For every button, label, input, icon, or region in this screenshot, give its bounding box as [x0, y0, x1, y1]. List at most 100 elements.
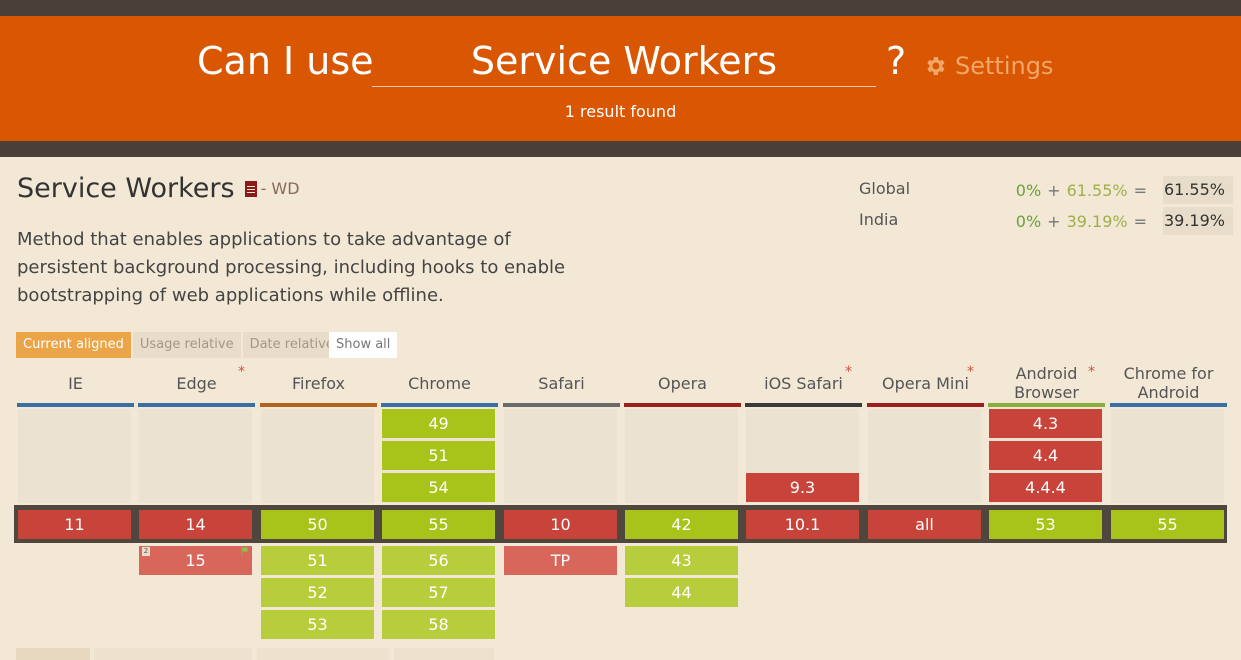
note-star[interactable]: *	[1088, 364, 1095, 380]
usage-stats: Global 0% +61.55% = 61.55% India 0% +39.19%…	[859, 176, 1233, 238]
version-cell[interactable]: 9.3	[746, 473, 859, 502]
version-cell[interactable]: 58	[382, 610, 495, 639]
browser-color-bar	[1110, 403, 1227, 407]
version-cell[interactable]: 4.3	[989, 409, 1102, 438]
empty-cell	[18, 409, 131, 503]
bottom-tab[interactable]	[94, 648, 252, 660]
browser-name[interactable]: IE	[17, 374, 134, 393]
version-label: 56	[428, 551, 449, 570]
version-cell[interactable]: 4.4.4	[989, 473, 1102, 502]
current-version-cell[interactable]: 53	[989, 510, 1102, 539]
browser-name[interactable]: Firefox	[260, 374, 377, 393]
empty-cell	[868, 409, 981, 503]
bottom-tabs	[16, 648, 496, 660]
tab-date-relative[interactable]: Date relative	[242, 332, 341, 358]
browser-color-bar	[745, 403, 862, 407]
browser-color-bar	[260, 403, 377, 407]
result-count: 1 result found	[564, 102, 677, 121]
version-cell[interactable]: 52	[261, 578, 374, 607]
feature-title[interactable]: Service Workers	[17, 173, 235, 205]
version-cell[interactable]: 15 2	[139, 546, 252, 575]
browser-color-bar	[867, 403, 984, 407]
stat-equals: =	[1133, 212, 1147, 231]
tab-current-aligned[interactable]: Current aligned	[16, 332, 131, 358]
header-bottom-strip	[0, 141, 1241, 157]
stat-row-india: India 0% +39.19% = 39.19%	[859, 207, 1233, 238]
version-cell[interactable]: 51	[382, 441, 495, 470]
version-cell[interactable]: 49	[382, 409, 495, 438]
stat-equals: =	[1133, 181, 1147, 200]
stat-plus: +	[1047, 181, 1061, 200]
stat-full: 0%	[1015, 212, 1042, 231]
version-label: 57	[428, 583, 449, 602]
stat-row-global: Global 0% +61.55% = 61.55%	[859, 176, 1233, 207]
browser-name[interactable]: Opera	[624, 374, 741, 393]
view-tabs: Current aligned Usage relative Date rela…	[16, 332, 343, 358]
search-input[interactable]: Service Workers	[372, 38, 876, 87]
browser-color-bar	[503, 403, 620, 407]
question-mark: ?	[886, 39, 907, 83]
current-version-cell[interactable]: 42	[625, 510, 738, 539]
version-label: 44	[671, 583, 692, 602]
flag-icon[interactable]	[241, 547, 250, 556]
browser-name[interactable]: Chrome	[381, 374, 498, 393]
current-version-cell[interactable]: 55	[382, 510, 495, 539]
empty-cell	[139, 409, 252, 503]
settings-label: Settings	[955, 52, 1054, 80]
browser-color-bar	[381, 403, 498, 407]
stat-total: 61.55%	[1163, 176, 1233, 204]
version-cell[interactable]: 57	[382, 578, 495, 607]
bottom-tab[interactable]	[394, 648, 494, 660]
version-cell[interactable]: 51	[261, 546, 374, 575]
version-label: 51	[307, 551, 328, 570]
browser-color-bar	[624, 403, 741, 407]
settings-button[interactable]: Settings	[923, 52, 1053, 80]
note-star[interactable]: *	[238, 364, 245, 380]
version-label: 52	[307, 583, 328, 602]
note-star[interactable]: *	[967, 364, 974, 380]
feature-title-row: Service Workers - WD	[17, 173, 300, 205]
empty-cell	[625, 409, 738, 503]
stat-total: 39.19%	[1163, 207, 1233, 235]
current-version-cell[interactable]: 11	[18, 510, 131, 539]
tab-usage-relative[interactable]: Usage relative	[132, 332, 241, 358]
empty-cell	[261, 409, 374, 503]
can-i-use-logo[interactable]: Can I use	[197, 38, 374, 84]
bottom-tab[interactable]	[257, 648, 389, 660]
document-icon[interactable]	[244, 181, 257, 197]
current-version-cell[interactable]: 10	[504, 510, 617, 539]
version-label: 53	[307, 615, 328, 634]
feature-description: Method that enables applications to take…	[17, 229, 566, 306]
spec-status[interactable]: - WD	[261, 173, 300, 205]
stat-breakdown: 0% +39.19% =	[1016, 212, 1153, 231]
current-version-cell[interactable]: 14	[139, 510, 252, 539]
note-badge[interactable]: 2	[142, 547, 150, 556]
current-version-cell[interactable]: 50	[261, 510, 374, 539]
browser-color-bar	[17, 403, 134, 407]
version-label: 43	[671, 551, 692, 570]
browser-name[interactable]: Chrome for Android	[1110, 364, 1227, 402]
bottom-tab[interactable]	[16, 648, 90, 660]
stat-full: 0%	[1015, 181, 1042, 200]
version-cell[interactable]: 44	[625, 578, 738, 607]
top-strip	[0, 0, 1241, 16]
version-cell[interactable]: 43	[625, 546, 738, 575]
stat-breakdown: 0% +61.55% =	[1016, 181, 1153, 200]
version-cell[interactable]: 54	[382, 473, 495, 502]
show-all-button[interactable]: Show all	[329, 332, 398, 358]
gear-icon	[927, 57, 945, 75]
stat-partial: 39.19%	[1066, 212, 1128, 231]
search-header: Can I use Service Workers ? Settings 1 r…	[0, 16, 1241, 141]
version-cell[interactable]: 53	[261, 610, 374, 639]
current-version-cell[interactable]: 55	[1111, 510, 1224, 539]
stat-region: Global	[859, 179, 911, 198]
note-star[interactable]: *	[845, 364, 852, 380]
current-version-cell[interactable]: all	[868, 510, 981, 539]
version-cell[interactable]: 4.4	[989, 441, 1102, 470]
current-version-cell[interactable]: 10.1	[746, 510, 859, 539]
browser-name[interactable]: Safari	[503, 374, 620, 393]
version-cell[interactable]: 56	[382, 546, 495, 575]
stat-plus: +	[1047, 212, 1061, 231]
version-cell[interactable]: TP	[504, 546, 617, 575]
stat-region: India	[859, 210, 899, 229]
